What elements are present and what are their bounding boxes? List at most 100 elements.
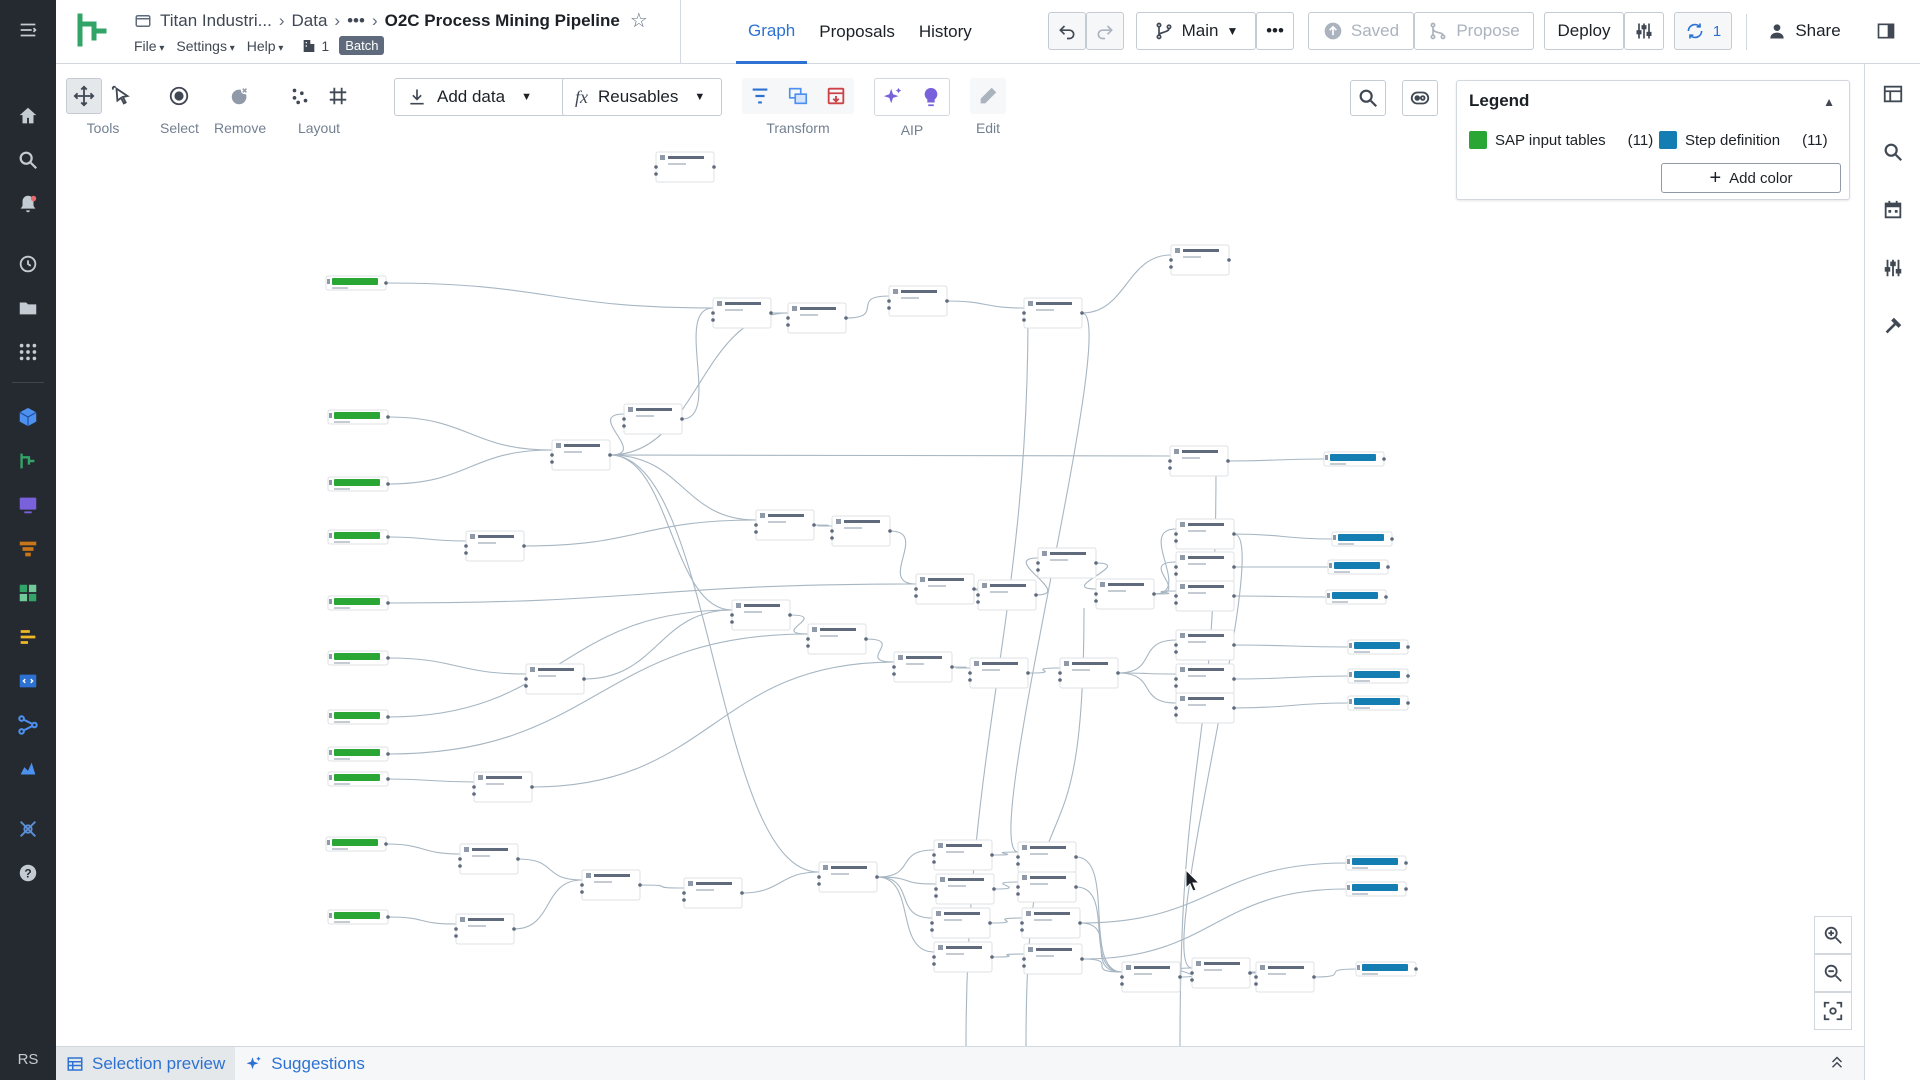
transform-node[interactable]	[934, 873, 996, 905]
transform-node[interactable]	[711, 297, 773, 329]
transform-node[interactable]	[580, 869, 642, 901]
legend-item-step-definition[interactable]: Step definition (11)	[1659, 131, 1828, 149]
pipeline-title[interactable]: O2C Process Mining Pipeline	[385, 11, 620, 31]
input-dataset-node[interactable]	[327, 595, 390, 611]
data-lineage-icon[interactable]	[8, 705, 48, 745]
input-dataset-node[interactable]	[327, 771, 390, 787]
view-options-button[interactable]	[1402, 80, 1438, 116]
transform-node[interactable]	[458, 843, 520, 875]
tab-graph[interactable]: Graph	[736, 0, 808, 64]
menu-help[interactable]: Help	[247, 38, 284, 54]
search-icon[interactable]	[1875, 134, 1911, 170]
input-dataset-node[interactable]	[327, 529, 390, 545]
select-tool-button[interactable]	[104, 78, 140, 114]
transform-node[interactable]	[1022, 297, 1084, 329]
input-dataset-node[interactable]	[327, 476, 390, 492]
search-graph-button[interactable]	[1350, 80, 1386, 116]
deploy-button[interactable]: Deploy	[1544, 12, 1624, 50]
share-button[interactable]: Share	[1762, 12, 1846, 50]
grid-layout-button[interactable]	[320, 78, 356, 114]
user-avatar[interactable]: RS	[18, 1051, 39, 1068]
search-icon[interactable]	[8, 140, 48, 180]
remove-button[interactable]	[222, 78, 258, 114]
sliders-icon[interactable]	[1875, 250, 1911, 286]
dataset-panel-icon[interactable]	[1875, 76, 1911, 112]
transform-node[interactable]	[1174, 518, 1236, 550]
input-dataset-node[interactable]	[325, 836, 388, 852]
transform-node[interactable]	[464, 530, 526, 562]
input-dataset-node[interactable]	[327, 650, 390, 666]
menu-settings[interactable]: Settings	[176, 38, 234, 54]
transform-node[interactable]	[968, 657, 1030, 689]
breadcrumb-more[interactable]: •••	[347, 11, 365, 31]
transform-node[interactable]	[1022, 943, 1084, 975]
collapse-caret-icon[interactable]: ▲	[1823, 95, 1835, 109]
transform-node[interactable]	[892, 651, 954, 683]
transform-node[interactable]	[1036, 547, 1098, 579]
output-dataset-node[interactable]	[1347, 639, 1410, 655]
zoom-in-button[interactable]	[1814, 916, 1852, 954]
hammer-icon[interactable]	[1875, 308, 1911, 344]
auto-layout-button[interactable]	[282, 78, 318, 114]
saved-button[interactable]: Saved	[1308, 12, 1414, 50]
transform-node[interactable]	[1254, 961, 1316, 993]
menu-file[interactable]: File	[134, 38, 164, 54]
transform-node[interactable]	[550, 439, 612, 471]
transform-node[interactable]	[1174, 692, 1236, 724]
undo-button[interactable]	[1048, 12, 1086, 50]
selection-preview-tab[interactable]: Selection preview	[56, 1046, 236, 1080]
breadcrumb-folder[interactable]: Data	[291, 11, 327, 31]
input-dataset-node[interactable]	[327, 909, 390, 925]
workshop-icon[interactable]	[8, 485, 48, 525]
sync-button[interactable]: 1	[1674, 12, 1732, 50]
folder-icon[interactable]	[8, 288, 48, 328]
input-dataset-node[interactable]	[327, 746, 390, 762]
transform-node[interactable]	[1058, 657, 1120, 689]
home-icon[interactable]	[8, 96, 48, 136]
quiver-icon[interactable]	[8, 573, 48, 613]
output-dataset-node[interactable]	[1345, 855, 1408, 871]
output-dataset-node[interactable]	[1345, 881, 1408, 897]
transform-node[interactable]	[932, 839, 994, 871]
aip-logic-icon[interactable]	[8, 809, 48, 849]
menu-icon[interactable]	[8, 10, 48, 50]
star-icon[interactable]: ☆	[630, 8, 648, 33]
transform-node[interactable]	[682, 877, 744, 909]
add-data-dropdown[interactable]: Add data ▼	[394, 78, 566, 116]
propose-button[interactable]: Propose	[1414, 12, 1534, 50]
calendar-icon[interactable]	[1875, 192, 1911, 228]
transform-node[interactable]	[830, 515, 892, 547]
transform-node[interactable]	[930, 907, 992, 939]
transform-node[interactable]	[1120, 961, 1182, 993]
help-icon[interactable]: ?	[8, 853, 48, 893]
transform-node[interactable]	[932, 941, 994, 973]
graph-canvas[interactable]	[56, 146, 1864, 1046]
transform-node[interactable]	[1020, 907, 1082, 939]
transform-node[interactable]	[1168, 445, 1230, 477]
transform-button[interactable]	[742, 78, 778, 114]
transform-node[interactable]	[1016, 841, 1078, 873]
transform-node[interactable]	[914, 573, 976, 605]
pipeline-builder-icon[interactable]	[8, 441, 48, 481]
fit-to-screen-button[interactable]	[1814, 992, 1852, 1030]
object-explorer-icon[interactable]	[8, 617, 48, 657]
output-dataset-node[interactable]	[1327, 559, 1390, 575]
transform-node[interactable]	[524, 663, 586, 695]
tab-proposals[interactable]: Proposals	[807, 0, 907, 64]
breadcrumb-project[interactable]: Titan Industri...	[160, 11, 272, 31]
output-button[interactable]	[818, 78, 854, 114]
transform-node[interactable]	[454, 913, 516, 945]
notifications-icon[interactable]	[8, 184, 48, 224]
transform-node[interactable]	[622, 403, 684, 435]
join-button[interactable]	[780, 78, 816, 114]
transform-node[interactable]	[1174, 629, 1236, 661]
tab-history[interactable]: History	[907, 0, 984, 64]
select-button[interactable]	[161, 78, 197, 114]
add-color-button[interactable]: + Add color	[1661, 163, 1841, 193]
transform-node[interactable]	[786, 302, 848, 334]
transform-node[interactable]	[754, 509, 816, 541]
pipeline-logo-icon[interactable]	[70, 10, 110, 50]
expand-panel-icon[interactable]	[1828, 1053, 1846, 1076]
pan-tool-button[interactable]	[66, 78, 102, 114]
output-dataset-node[interactable]	[1347, 668, 1410, 684]
